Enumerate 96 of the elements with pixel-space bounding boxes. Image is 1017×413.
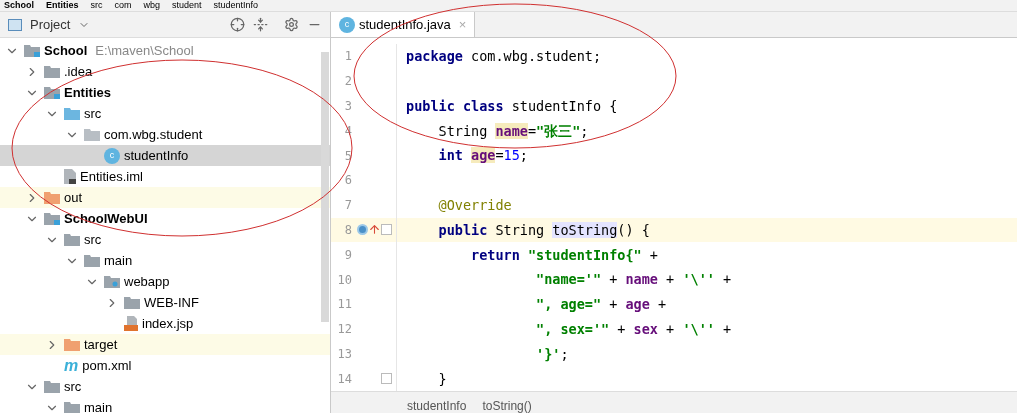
- breadcrumb[interactable]: student: [172, 1, 202, 10]
- line-number: 7: [343, 197, 353, 215]
- folder-icon: [44, 191, 60, 204]
- item-label: main: [104, 251, 133, 270]
- breadcrumb[interactable]: com: [114, 1, 132, 10]
- tree-item[interactable]: src: [0, 103, 330, 124]
- breadcrumb[interactable]: Entities: [46, 1, 79, 10]
- jsp-file-icon: [124, 316, 138, 331]
- scrollbar[interactable]: [321, 52, 329, 322]
- panel-icon: [8, 18, 22, 31]
- breadcrumb[interactable]: wbg: [143, 1, 161, 10]
- override-icon[interactable]: [357, 223, 381, 237]
- line-number: 8: [343, 221, 353, 239]
- tree-item[interactable]: Entities.iml: [0, 166, 330, 187]
- code-line: return "studentInfo{" +: [470, 245, 658, 265]
- code-line: '}';: [535, 344, 569, 364]
- line-number: 10: [336, 271, 353, 289]
- line-number: 11: [336, 296, 353, 314]
- tree-item[interactable]: index.jsp: [0, 313, 330, 334]
- tree-item[interactable]: c studentInfo: [0, 145, 330, 166]
- tree-item[interactable]: webapp: [0, 271, 330, 292]
- breadcrumb[interactable]: School: [4, 1, 34, 10]
- folder-icon: [84, 128, 100, 141]
- line-number: 6: [343, 172, 353, 190]
- tree-item[interactable]: src: [0, 229, 330, 250]
- line-number: 9: [343, 246, 353, 264]
- fold-marker-icon[interactable]: [381, 373, 392, 385]
- tree-item[interactable]: src: [0, 376, 330, 397]
- code-line: String name="张三";: [437, 121, 589, 141]
- item-label: src: [64, 377, 82, 396]
- folder-icon: [24, 44, 40, 57]
- tree-item[interactable]: School E:\maven\School: [0, 40, 330, 61]
- folder-icon: [64, 401, 80, 413]
- item-label: .idea: [64, 62, 93, 81]
- tree-item[interactable]: .idea: [0, 61, 330, 82]
- breadcrumb[interactable]: studentInfo: [213, 1, 259, 10]
- item-label: pom.xml: [82, 356, 132, 375]
- code-line: public String toString() {: [437, 220, 650, 240]
- item-path: E:\maven\School: [95, 41, 194, 60]
- item-label: webapp: [124, 272, 170, 291]
- line-number: 5: [343, 147, 353, 165]
- tree-item[interactable]: main: [0, 397, 330, 413]
- code-line: ", sex='" + sex + '\'' +: [535, 320, 732, 340]
- breadcrumb[interactable]: src: [90, 1, 103, 10]
- folder-icon: [44, 65, 60, 78]
- code-line: int age=15;: [437, 146, 528, 166]
- tree-item[interactable]: WEB-INF: [0, 292, 330, 313]
- class-icon: c: [104, 147, 120, 164]
- item-label: WEB-INF: [144, 293, 199, 312]
- line-number: 1: [343, 48, 353, 66]
- breadcrumb[interactable]: studentInfo: [407, 400, 467, 412]
- item-label: Entities: [64, 83, 111, 102]
- item-label: out: [64, 188, 83, 207]
- folder-icon: [64, 338, 80, 351]
- item-label: com.wbg.student: [104, 125, 203, 144]
- tree-item[interactable]: Entities: [0, 82, 330, 103]
- folder-icon: [64, 233, 80, 246]
- line-number: 3: [343, 98, 353, 115]
- tree-item[interactable]: m pom.xml: [0, 355, 330, 376]
- item-label: Entities.iml: [80, 167, 143, 186]
- tree-item[interactable]: main: [0, 250, 330, 271]
- folder-icon: [84, 254, 100, 267]
- item-label: src: [84, 104, 102, 123]
- fold-marker-icon[interactable]: [381, 224, 392, 236]
- locate-icon[interactable]: [230, 17, 245, 32]
- class-icon: c: [339, 16, 355, 33]
- code-line: @Override: [437, 196, 512, 216]
- tree-item[interactable]: out: [0, 187, 330, 208]
- folder-icon: [64, 107, 80, 120]
- folder-icon: [124, 296, 140, 309]
- collapse-icon[interactable]: [253, 17, 268, 32]
- item-label: studentInfo: [124, 146, 189, 165]
- line-number: 13: [336, 345, 353, 363]
- line-number: 12: [336, 321, 353, 339]
- folder-icon: [44, 380, 60, 393]
- panel-title[interactable]: Project: [30, 14, 71, 35]
- folder-icon: [44, 212, 60, 225]
- item-label: School: [44, 41, 88, 60]
- item-label: main: [84, 398, 113, 413]
- code-line: ", age=" + age +: [535, 295, 667, 315]
- tree-item[interactable]: com.wbg.student: [0, 124, 330, 145]
- settings-icon[interactable]: [284, 17, 299, 32]
- code-line: public class studentInfo {: [405, 96, 618, 116]
- code-line: package com.wbg.student;: [405, 47, 602, 67]
- file-icon: [64, 169, 76, 184]
- line-number: 14: [336, 370, 353, 388]
- code-line: }: [437, 369, 447, 389]
- line-number: 2: [343, 73, 353, 91]
- breadcrumb[interactable]: toString(): [482, 400, 532, 412]
- item-label: target: [84, 335, 118, 354]
- item-label: index.jsp: [142, 314, 194, 333]
- folder-icon: [104, 275, 120, 288]
- item-label: src: [84, 230, 102, 249]
- tree-item[interactable]: target: [0, 334, 330, 355]
- maven-icon: m: [64, 357, 79, 374]
- code-line: "name='" + name + '\'' +: [535, 270, 732, 290]
